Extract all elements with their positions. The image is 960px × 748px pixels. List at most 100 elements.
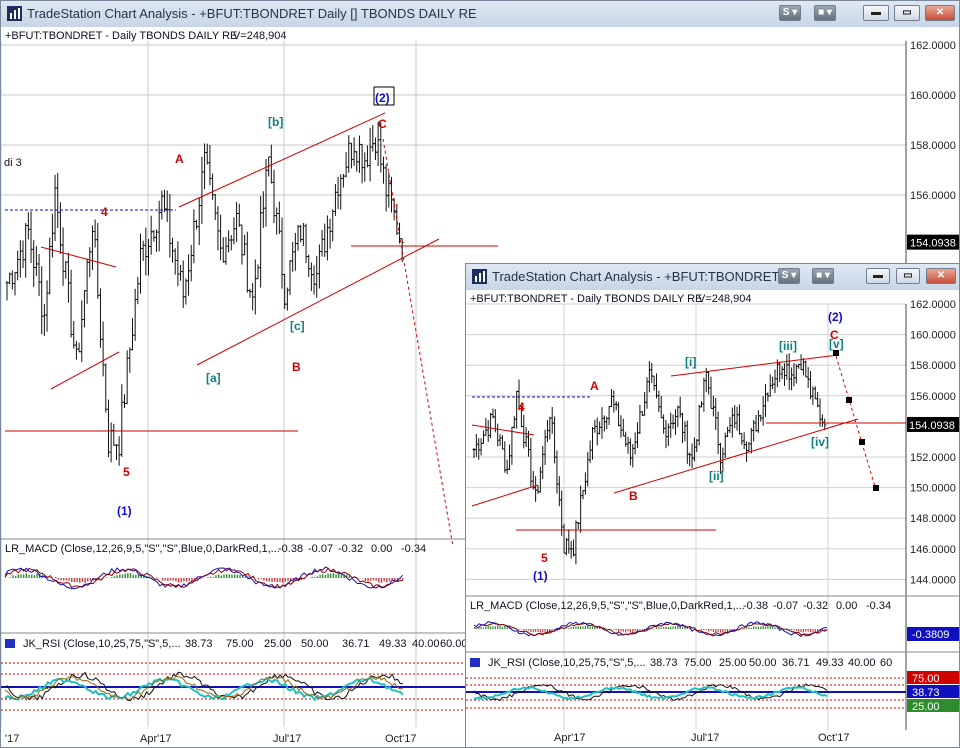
rsi-value: 60	[880, 657, 892, 669]
wave-2-label: (2)	[828, 310, 843, 324]
wave-c-label: C	[378, 117, 387, 131]
secondary-price-chart[interactable]: +BFUT:TBONDRET - Daily TBONDS DAILY REV=…	[466, 290, 959, 747]
rsi-value: 50.00	[749, 657, 777, 669]
rsi-icon	[5, 639, 15, 648]
rsi-label: JK_RSI (Close,10,25,75,"S",5,...	[488, 657, 646, 669]
wave-iii-label: [iii]	[779, 339, 797, 353]
minimize-button[interactable]: ▬	[863, 5, 889, 21]
wedge-lower-line	[471, 484, 539, 507]
price-tick-label: 162.0000	[910, 40, 956, 52]
wedge-upper-line	[471, 424, 535, 436]
price-tick-label: 152.0000	[910, 452, 956, 464]
price-tick-label: 156.0000	[910, 391, 956, 403]
macd-slow-line	[473, 622, 828, 636]
rsi-value: 75.00	[684, 657, 712, 669]
rsi-value: 40.00	[412, 638, 440, 650]
rsi-value: 50.00	[301, 638, 329, 650]
projection-point	[873, 485, 879, 491]
rsi-axis-tag: 75.00	[912, 673, 940, 685]
x-tick-label: Jul'17	[691, 732, 719, 744]
lower-channel-line	[196, 238, 440, 366]
data-link-button[interactable]: ■ ▾	[812, 268, 834, 284]
secondary-chart-area[interactable]: +BFUT:TBONDRET - Daily TBONDS DAILY RE V=…	[466, 290, 959, 747]
macd-value: 0.00	[371, 543, 392, 555]
price-tick-label: 150.0000	[910, 483, 956, 495]
macd-label: LR_MACD (Close,12,26,9,5,"S","S",Blue,0,…	[5, 543, 280, 555]
symbol-line: +BFUT:TBONDRET - Daily TBONDS DAILY RE	[5, 30, 237, 42]
wave-ii-label: [ii]	[709, 469, 724, 483]
secondary-window-title: TradeStation Chart Analysis - +BFUT:TBON…	[492, 269, 789, 284]
secondary-chart-window[interactable]: TradeStation Chart Analysis - +BFUT:TBON…	[465, 263, 960, 748]
rsi-value: 49.33	[379, 638, 407, 650]
lower-channel-line	[613, 418, 859, 494]
symbol-line: +BFUT:TBONDRET - Daily TBONDS DAILY RE	[470, 293, 702, 305]
rsi-value: 36.71	[342, 638, 370, 650]
rsi-value: 25.00	[719, 657, 747, 669]
restore-button[interactable]: ▭	[896, 268, 920, 284]
wave-4-label: 4	[518, 400, 525, 414]
projection-point	[846, 397, 852, 403]
wave-5-label: 5	[123, 465, 130, 479]
macd-value: -0.07	[308, 543, 333, 555]
minimize-button[interactable]: ▬	[866, 268, 890, 284]
x-tick-label: Oct'17	[385, 733, 416, 745]
x-tick-label: Apr'17	[140, 733, 171, 745]
x-tick-label: '17	[5, 733, 19, 745]
wave-a-label: A	[175, 152, 184, 166]
price-tick-label: 160.0000	[910, 90, 956, 102]
main-window-title: TradeStation Chart Analysis - +BFUT:TBON…	[27, 6, 477, 21]
rsi-value: 25.00	[264, 638, 292, 650]
price-tick-label: 160.0000	[910, 330, 956, 342]
rsi-value: 38.73	[185, 638, 213, 650]
wave-iv-label: [iv]	[811, 435, 829, 449]
volume-readout: V=248,904	[698, 293, 752, 305]
x-tick-label: Apr'17	[554, 732, 585, 744]
macd-value: -0.34	[401, 543, 426, 555]
close-button[interactable]: ✕	[926, 268, 956, 284]
price-tick-label: 158.0000	[910, 360, 956, 372]
wave-1-label: (1)	[533, 569, 548, 583]
rsi-average-line	[473, 685, 828, 701]
macd-value: -0.34	[866, 600, 891, 612]
price-tick-label: 158.0000	[910, 140, 956, 152]
macd-label: LR_MACD (Close,12,26,9,5,"S","S",Blue,0,…	[470, 600, 745, 612]
tradestation-app-icon	[472, 269, 487, 284]
macd-value: -0.32	[803, 600, 828, 612]
symbol-link-s-button[interactable]: S ▾	[778, 268, 800, 284]
price-tick-label: 146.0000	[910, 544, 956, 556]
rsi-value: 36.71	[782, 657, 810, 669]
wave-sub-c-label: [c]	[290, 319, 305, 333]
rsi-value: 75.00	[226, 638, 254, 650]
price-tick-label: 162.0000	[910, 299, 956, 311]
wave-a-label: A	[590, 379, 599, 393]
wave-5-label: 5	[541, 551, 548, 565]
wave-sub-b-label: [b]	[268, 115, 283, 129]
current-price-tag: 154.0938	[910, 238, 956, 250]
main-window-titlebar[interactable]: TradeStation Chart Analysis - +BFUT:TBON…	[1, 1, 959, 28]
rsi-axis-tag: 38.73	[912, 687, 940, 699]
wave-b-label: B	[292, 360, 301, 374]
macd-value: -0.07	[773, 600, 798, 612]
rsi-value: 60.00	[440, 638, 468, 650]
symbol-link-s-button[interactable]: S ▾	[779, 5, 801, 21]
secondary-window-titlebar[interactable]: TradeStation Chart Analysis - +BFUT:TBON…	[466, 264, 959, 291]
rsi-axis-tag: 25.00	[912, 701, 940, 713]
macd-last-tag: -0.3809	[912, 629, 949, 641]
price-tick-label: 144.0000	[910, 574, 956, 586]
restore-button[interactable]: ▭	[894, 5, 920, 21]
macd-value: 0.00	[836, 600, 857, 612]
rsi-icon	[470, 658, 480, 667]
macd-fast-line	[4, 566, 404, 590]
rsi-label: JK_RSI (Close,10,25,75,"S",5,...	[23, 638, 181, 650]
wave-sub-a-label: [a]	[206, 371, 221, 385]
close-button[interactable]: ✕	[925, 5, 955, 21]
wave-v-label: [v]	[829, 337, 844, 351]
price-tick-label: 156.0000	[910, 190, 956, 202]
macd-value: -0.38	[743, 600, 768, 612]
macd-value: -0.32	[338, 543, 363, 555]
wave-i-label: [i]	[685, 355, 696, 369]
wedge-lower-line	[50, 351, 120, 390]
rsi-average-line	[4, 676, 404, 702]
data-link-button[interactable]: ■ ▾	[814, 5, 836, 21]
wave-2-label: (2)	[375, 91, 390, 105]
